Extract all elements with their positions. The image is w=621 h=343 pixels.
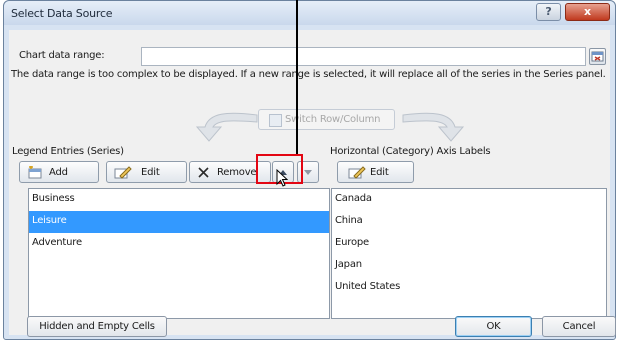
switch-row-column-icon <box>269 114 282 127</box>
remove-icon <box>198 167 209 178</box>
collapse-dialog-button[interactable] <box>589 48 606 65</box>
legend-entries-list[interactable]: Business Leisure Adventure <box>28 188 330 319</box>
edit-axis-labels-button[interactable]: Edit <box>337 161 414 183</box>
switch-row-column-button[interactable]: Switch Row/Column <box>258 109 395 130</box>
chart-data-range-input[interactable] <box>141 47 586 66</box>
remove-series-label: Remove <box>217 167 257 178</box>
list-item[interactable]: Europe <box>332 233 606 255</box>
chart-data-range-label: Chart data range: <box>19 50 105 61</box>
cancel-button[interactable]: Cancel <box>542 316 616 337</box>
edit-series-label: Edit <box>141 167 160 178</box>
axis-labels-heading: Horizontal (Category) Axis Labels <box>330 146 491 157</box>
list-item[interactable]: China <box>332 211 606 233</box>
legend-entries-heading: Legend Entries (Series) <box>12 146 124 157</box>
select-data-source-dialog: Select Data Source ? x Chart data range:… <box>3 0 616 340</box>
mouse-cursor-icon <box>276 169 288 187</box>
annotation-pointer-line <box>296 0 298 154</box>
add-series-button[interactable]: Add <box>19 161 99 183</box>
range-select-icon <box>591 51 604 62</box>
edit-axis-labels-label: Edit <box>370 167 389 178</box>
dialog-title: Select Data Source <box>11 7 113 20</box>
title-bar: Select Data Source ? x <box>4 1 615 25</box>
edit-icon <box>114 166 132 179</box>
ok-button[interactable]: OK <box>455 316 532 337</box>
range-warning-message: The data range is too complex to be disp… <box>11 69 606 80</box>
arrow-down-icon <box>304 170 312 175</box>
curved-arrow-right-icon <box>402 112 465 142</box>
list-item[interactable]: Business <box>29 189 329 211</box>
close-button[interactable]: x <box>565 3 610 21</box>
help-button[interactable]: ? <box>536 3 561 21</box>
hidden-empty-cells-button[interactable]: Hidden and Empty Cells <box>27 316 167 337</box>
list-item[interactable]: United States <box>332 277 606 299</box>
list-item[interactable]: Japan <box>332 255 606 277</box>
axis-labels-list[interactable]: Canada China Europe Japan United States <box>331 188 607 319</box>
curved-arrow-left-icon <box>195 112 258 142</box>
add-series-label: Add <box>49 167 68 178</box>
switch-row-column-label: Switch Row/Column <box>285 114 381 125</box>
list-item[interactable]: Canada <box>332 189 606 211</box>
list-item[interactable]: Leisure <box>29 211 329 233</box>
edit-icon <box>348 166 366 179</box>
add-icon <box>28 166 42 179</box>
edit-series-button[interactable]: Edit <box>106 161 187 183</box>
dialog-content: Chart data range: The data range is too … <box>9 30 610 335</box>
list-item[interactable]: Adventure <box>29 233 329 255</box>
